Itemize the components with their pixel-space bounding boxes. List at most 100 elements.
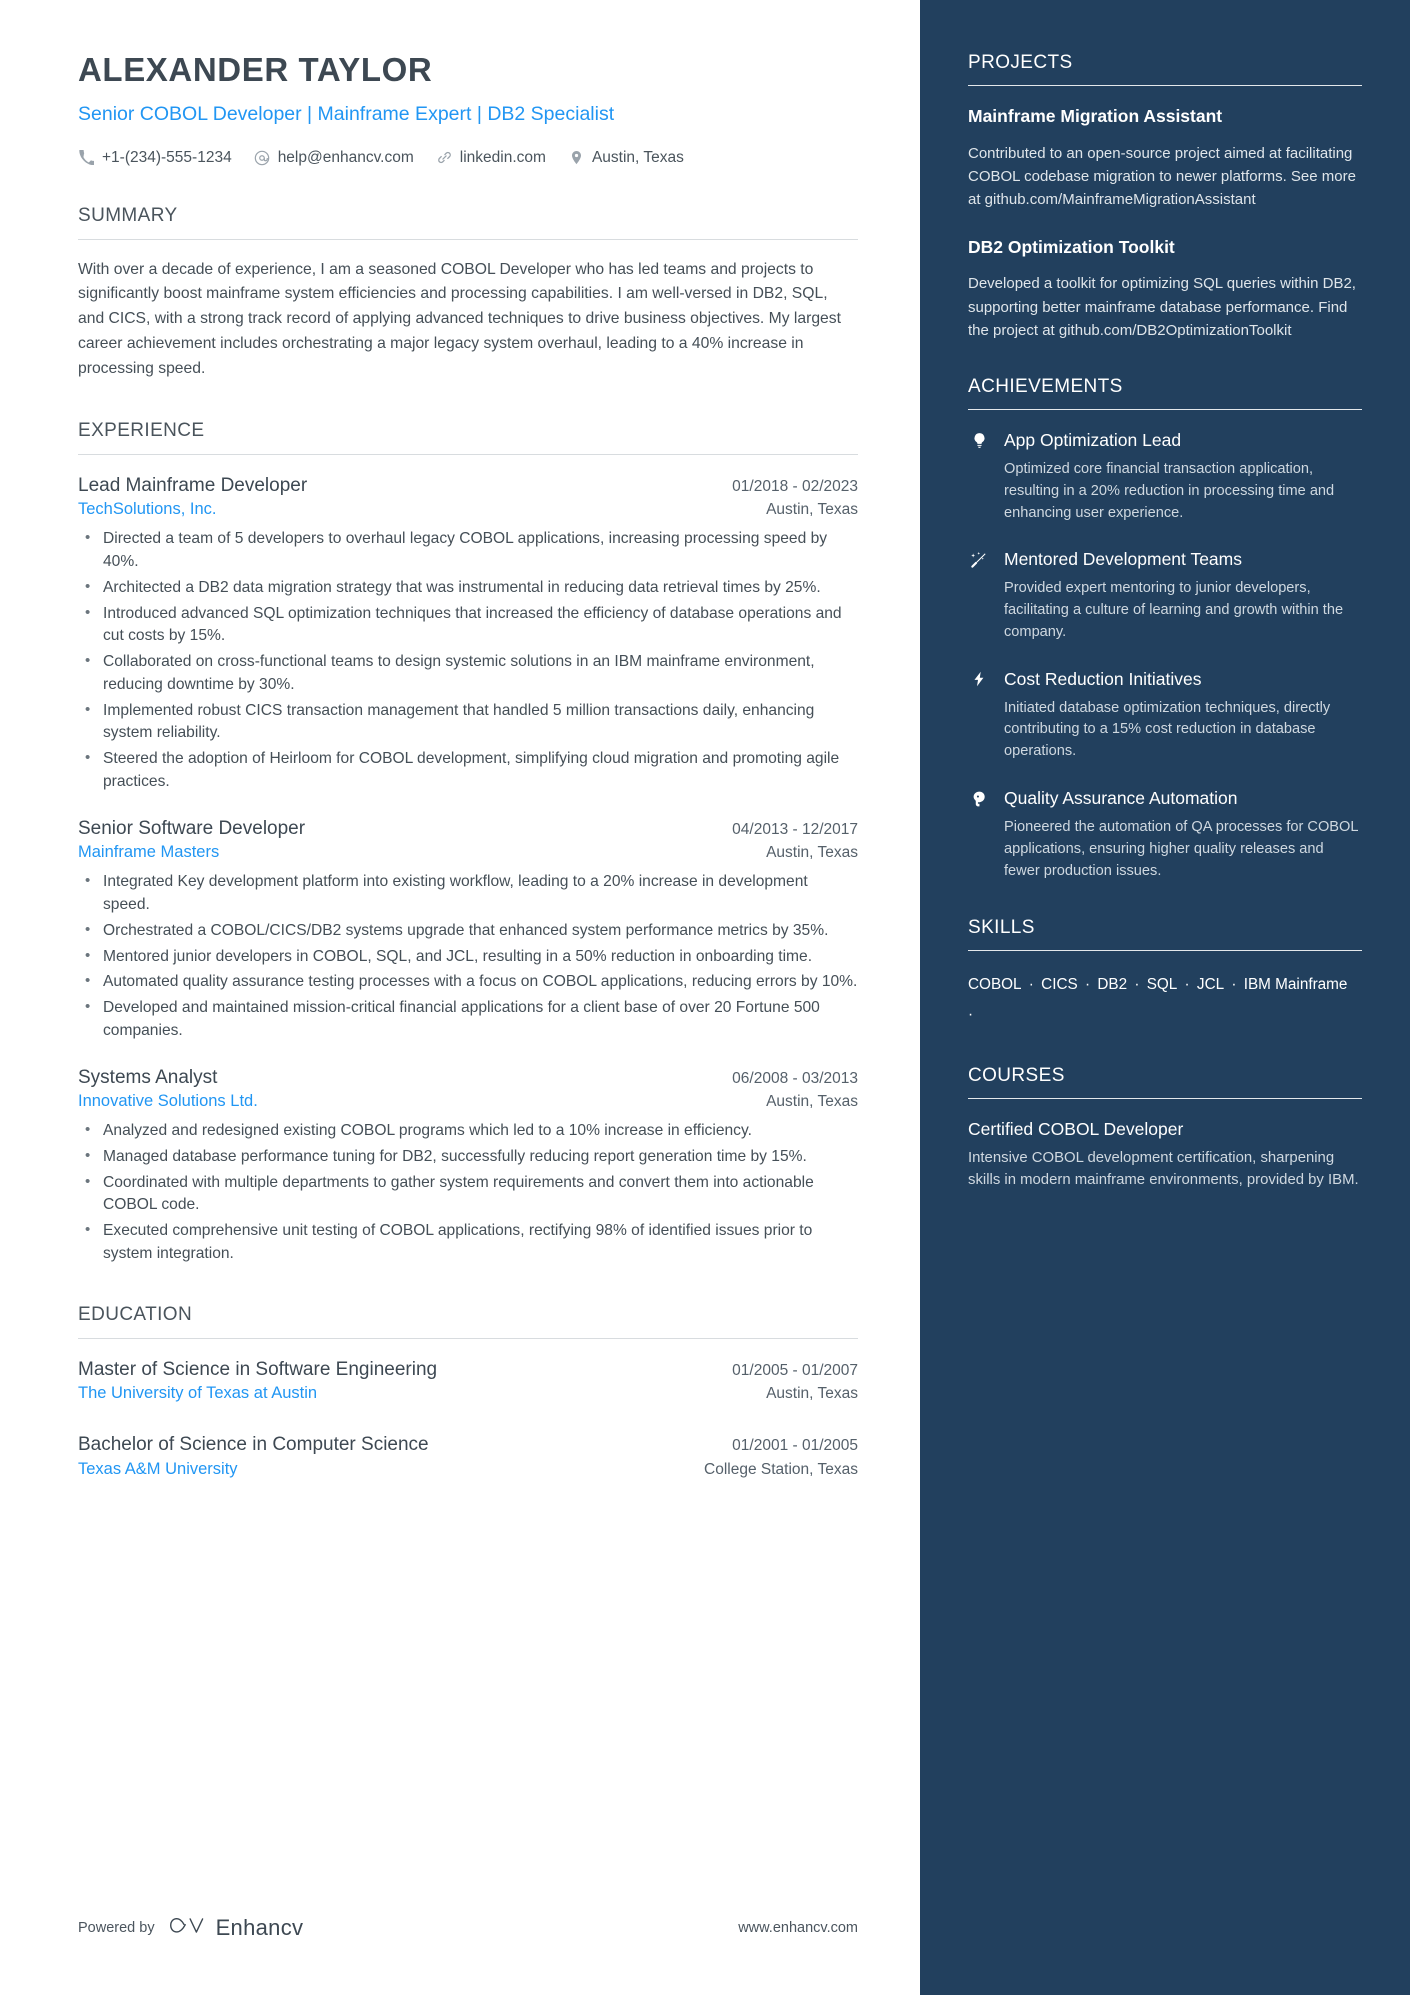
footer-website[interactable]: www.enhancv.com [738,1920,858,1936]
education-degree: Master of Science in Software Engineerin… [78,1358,438,1380]
experience-company[interactable]: Mainframe Masters [78,841,219,865]
experience-list: Lead Mainframe Developer 01/2018 - 02/202… [78,473,858,1266]
skill-separator: · [1080,975,1095,993]
experience-company[interactable]: Innovative Solutions Ltd. [78,1090,258,1114]
section-title-summary: SUMMARY [78,204,178,226]
project-entry: DB2 Optimization Toolkit Developed a tool… [968,236,1362,343]
education-entry-header: Master of Science in Software Engineerin… [78,1357,858,1383]
section-summary: SUMMARY With over a decade of experience… [78,205,858,382]
skill-separator: · [1227,975,1241,993]
education-entry-subheader: The University of Texas at Austin Austin,… [78,1382,858,1406]
skill-separator: · [1130,975,1144,993]
course-entry: Certified COBOL Developer Intensive COBOL… [968,1118,1362,1191]
experience-dates: 01/2018 - 02/2023 [732,477,858,495]
divider [78,453,858,455]
experience-entry-header: Systems Analyst 06/2008 - 03/2013 [78,1065,858,1091]
skill-separator: · [1180,975,1194,993]
skill-item: JCL [1196,975,1225,993]
project-entry: Mainframe Migration Assistant Contributed… [968,105,1362,212]
contact-row: +1-(234)-555-1234 help@enhancv.com linke… [78,149,858,167]
experience-company[interactable]: TechSolutions, Inc. [78,498,217,522]
experience-location: Austin, Texas [766,1093,858,1111]
experience-bullet: Integrated Key development platform into… [78,870,858,917]
achievements-list: App Optimization Lead Optimized core fina… [968,429,1362,883]
education-degree: Bachelor of Science in Computer Science [78,1434,429,1456]
achievement-description: Initiated database optimization techniqu… [1004,699,1331,760]
education-school[interactable]: The University of Texas at Austin [78,1382,317,1406]
education-entry-header: Bachelor of Science in Computer Science 0… [78,1432,858,1458]
experience-entry-header: Lead Mainframe Developer 01/2018 - 02/202… [78,473,858,499]
section-achievements: ACHIEVEMENTS App Optimization Lead Optimi… [968,376,1362,883]
experience-dates: 06/2008 - 03/2013 [732,1069,858,1087]
project-name: DB2 Optimization Toolkit [968,236,1175,257]
achievement-body: Mentored Development Teams Provided exper… [1004,548,1362,643]
contact-link-text: linkedin.com [459,148,546,166]
section-title-courses: COURSES [968,1064,1065,1086]
achievement-entry: App Optimization Lead Optimized core fina… [968,429,1362,524]
skill-item: CICS [1041,975,1078,993]
enhancv-logo-icon [169,1913,207,1943]
skills-list: COBOL · CICS · DB2 · SQL · JCL · IBM Mai… [968,970,1362,1031]
magic-wand-icon [968,548,990,569]
section-courses: COURSES Certified COBOL Developer Intensi… [968,1065,1362,1191]
education-location: Austin, Texas [766,1385,858,1403]
experience-bullet: Directed a team of 5 developers to overh… [78,527,858,574]
lightbulb-icon [968,429,990,449]
course-name: Certified COBOL Developer [968,1118,1184,1139]
experience-bullet: Executed comprehensive unit testing of C… [78,1219,858,1266]
experience-bullet: Orchestrated a COBOL/CICS/DB2 systems up… [78,919,858,943]
experience-bullet: Introduced advanced SQL optimization tec… [78,602,858,649]
experience-entry-subheader: Innovative Solutions Ltd. Austin, Texas [78,1090,858,1114]
section-projects: PROJECTS Mainframe Migration Assistant Co… [968,52,1362,342]
education-location: College Station, Texas [704,1460,858,1478]
achievement-body: Cost Reduction Initiatives Initiated data… [1004,668,1362,763]
education-dates: 01/2001 - 01/2005 [732,1437,858,1455]
email-icon [254,149,271,166]
experience-location: Austin, Texas [766,844,858,862]
skill-item: COBOL [968,975,1022,993]
experience-bullet: Automated quality assurance testing proc… [78,970,858,994]
experience-bullet: Developed and maintained mission-critica… [78,996,858,1043]
divider [78,1337,858,1339]
main-column: ALEXANDER TAYLOR Senior COBOL Developer … [0,0,920,1995]
experience-entry-subheader: TechSolutions, Inc. Austin, Texas [78,498,858,522]
experience-bullet: Coordinated with multiple departments to… [78,1171,858,1218]
experience-dates: 04/2013 - 12/2017 [732,820,858,838]
section-title-projects: PROJECTS [968,52,1073,73]
experience-bullet: Collaborated on cross-functional teams t… [78,650,858,697]
achievement-entry: Cost Reduction Initiatives Initiated data… [968,668,1362,763]
resume-page: ALEXANDER TAYLOR Senior COBOL Developer … [0,0,1410,1995]
link-icon [436,149,453,166]
experience-bullets: Directed a team of 5 developers to overh… [78,527,858,793]
section-experience: EXPERIENCE Lead Mainframe Developer 01/20… [78,420,858,1266]
divider [968,85,1362,86]
footer-left: Powered by Enhancv [78,1913,303,1943]
section-title-experience: EXPERIENCE [78,419,205,441]
achievement-body: Quality Assurance Automation Pioneered th… [1004,787,1362,882]
contact-phone[interactable]: +1-(234)-555-1234 [78,149,232,167]
contact-email[interactable]: help@enhancv.com [254,149,414,167]
contact-link[interactable]: linkedin.com [436,149,546,167]
experience-entry-subheader: Mainframe Masters Austin, Texas [78,841,858,865]
divider [968,949,1362,951]
education-entry-subheader: Texas A&M University College Station, Tex… [78,1458,858,1482]
divider [968,1097,1362,1099]
experience-bullet: Implemented robust CICS transaction mana… [78,699,858,746]
divider [968,409,1362,410]
section-title-achievements: ACHIEVEMENTS [968,376,1123,397]
education-school[interactable]: Texas A&M University [78,1458,238,1482]
skill-item: IBM Mainframe [1243,975,1348,993]
section-skills: SKILLS COBOL · CICS · DB2 · SQL · JCL · … [968,917,1362,1031]
enhancv-brand: Enhancv [169,1913,304,1943]
location-pin-icon [568,149,585,166]
achievement-title: Quality Assurance Automation [1004,788,1238,809]
achievement-title: Mentored Development Teams [1004,549,1242,570]
section-education: EDUCATION Master of Science in Software … [78,1304,858,1482]
section-title-skills: SKILLS [968,916,1035,938]
experience-role: Systems Analyst [78,1066,218,1088]
achievement-body: App Optimization Lead Optimized core fina… [1004,429,1362,524]
projects-list: Mainframe Migration Assistant Contributed… [968,105,1362,342]
education-entry: Bachelor of Science in Computer Science 0… [78,1432,858,1482]
professional-headline: Senior COBOL Developer | Mainframe Exper… [78,103,615,126]
head-profile-icon [968,787,990,808]
